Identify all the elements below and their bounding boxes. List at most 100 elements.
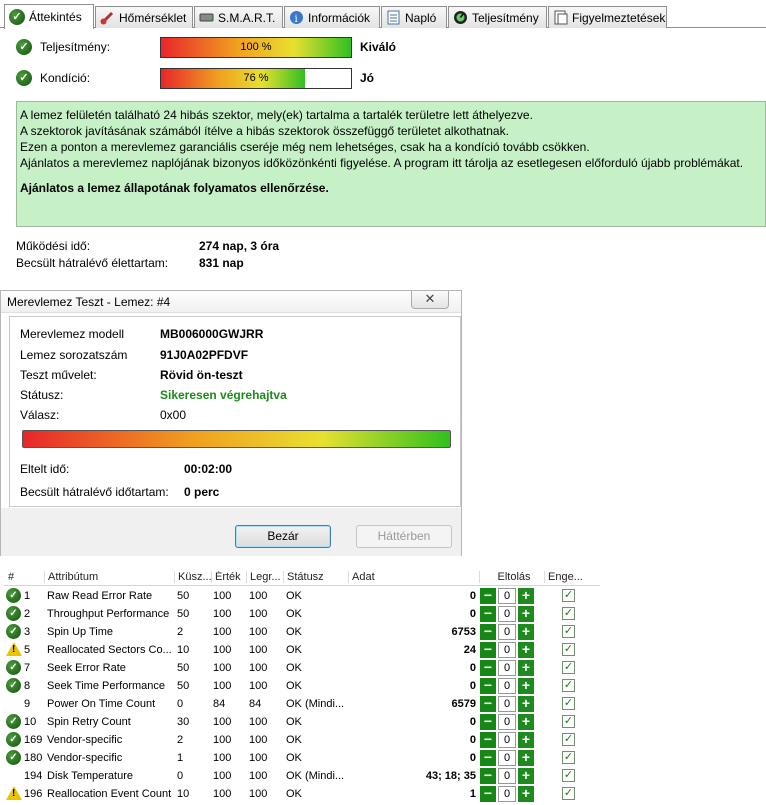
offset-input[interactable]: 0: [498, 750, 516, 766]
attr-id: 2: [24, 608, 31, 620]
minus-icon[interactable]: −: [480, 732, 496, 748]
minus-icon[interactable]: −: [480, 606, 496, 622]
status-value: Sikeresen végrehajtva: [160, 388, 287, 402]
table-row[interactable]: 194 Disk Temperature 0 100 100 OK (Mindi... 43…: [4, 767, 600, 785]
minus-icon[interactable]: −: [480, 786, 496, 802]
minus-icon[interactable]: −: [480, 624, 496, 640]
enabled-checkbox[interactable]: ✓: [562, 679, 575, 692]
offset-input[interactable]: 0: [498, 660, 516, 676]
plus-icon[interactable]: +: [518, 588, 534, 604]
disk-test-dialog: Merevlemez Teszt - Lemez: #4 ✕ Merevleme…: [0, 290, 462, 556]
warning-icon: !: [6, 786, 22, 803]
offset-input[interactable]: 0: [498, 606, 516, 622]
col-data[interactable]: Adat: [348, 571, 480, 583]
col-offset[interactable]: Eltolás: [479, 571, 545, 583]
tab-log[interactable]: Napló: [381, 6, 447, 28]
close-button[interactable]: Bezár: [235, 525, 331, 548]
table-header: # Attribútum Küsz... Érték Legr... Státu…: [4, 568, 600, 586]
col-attribute[interactable]: Attribútum: [44, 571, 178, 583]
table-row[interactable]: 9 Power On Time Count 0 84 84 OK (Mindi... 657…: [4, 695, 600, 713]
offset-input[interactable]: 0: [498, 588, 516, 604]
minus-icon[interactable]: −: [480, 642, 496, 658]
info-icon: i: [289, 10, 304, 25]
attr-name: Reallocated Sectors Co...: [47, 644, 172, 656]
check-circle-icon: ✓: [6, 678, 21, 693]
minus-icon[interactable]: −: [480, 714, 496, 730]
offset-input[interactable]: 0: [498, 714, 516, 730]
table-row[interactable]: ! 5 Reallocated Sectors Co... 10 100 100 OK 24−…: [4, 641, 600, 659]
enabled-checkbox[interactable]: ✓: [562, 769, 575, 782]
col-value[interactable]: Érték: [211, 571, 246, 583]
attr-data: 0: [469, 662, 476, 674]
attr-value: 100: [213, 590, 232, 602]
tab-performance[interactable]: Teljesítmény: [448, 6, 547, 28]
offset-input[interactable]: 0: [498, 786, 516, 802]
plus-icon[interactable]: +: [518, 660, 534, 676]
enabled-checkbox[interactable]: ✓: [562, 787, 575, 800]
message-recommendation: Ajánlatos a lemez állapotának folyamatos…: [20, 181, 329, 195]
offset-input[interactable]: 0: [498, 768, 516, 784]
warning-icon: !: [6, 642, 22, 659]
plus-icon[interactable]: +: [518, 768, 534, 784]
enabled-checkbox[interactable]: ✓: [562, 661, 575, 674]
lifetime-value: 831 nap: [199, 256, 244, 270]
table-row[interactable]: ✓ 10 Spin Retry Count 30 100 100 OK 0−0 + ✓: [4, 713, 600, 731]
table-row[interactable]: ✓ 169 Vendor-specific 2 100 100 OK 0−0 + ✓: [4, 731, 600, 749]
col-threshold[interactable]: Küsz...: [174, 571, 212, 583]
background-button[interactable]: Háttérben: [356, 525, 452, 548]
enabled-checkbox[interactable]: ✓: [562, 751, 575, 764]
enabled-checkbox[interactable]: ✓: [562, 607, 575, 620]
attr-status: OK (Mindi...: [286, 770, 345, 782]
close-icon[interactable]: ✕: [411, 291, 449, 309]
table-row[interactable]: ✓ 1 Raw Read Error Rate 50 100 100 OK 0−0 + ✓: [4, 587, 600, 605]
table-row[interactable]: ✓ 2 Throughput Performance 50 100 100 OK 0−0 + ✓: [4, 605, 600, 623]
col-worst[interactable]: Legr...: [246, 571, 284, 583]
plus-icon[interactable]: +: [518, 642, 534, 658]
uptime-label: Működési idő:: [16, 239, 91, 253]
col-status[interactable]: Státusz: [283, 571, 349, 583]
elapsed-row: Eltelt idő: 00:02:00: [20, 462, 232, 476]
tab-overview[interactable]: ✓ Áttekintés: [4, 4, 94, 29]
table-row[interactable]: ✓ 8 Seek Time Performance 50 100 100 OK 0−0 + ✓: [4, 677, 600, 695]
tab-info[interactable]: i Információk: [284, 6, 380, 28]
attr-data: 0: [469, 716, 476, 728]
plus-icon[interactable]: +: [518, 732, 534, 748]
offset-input[interactable]: 0: [498, 732, 516, 748]
enabled-checkbox[interactable]: ✓: [562, 733, 575, 746]
plus-icon[interactable]: +: [518, 606, 534, 622]
enabled-checkbox[interactable]: ✓: [562, 643, 575, 656]
minus-icon[interactable]: −: [480, 660, 496, 676]
plus-icon[interactable]: +: [518, 750, 534, 766]
minus-icon[interactable]: −: [480, 678, 496, 694]
table-row[interactable]: ! 196 Reallocation Event Count 10 100 100 OK 1−…: [4, 785, 600, 803]
enabled-checkbox[interactable]: ✓: [562, 589, 575, 602]
enabled-checkbox[interactable]: ✓: [562, 625, 575, 638]
plus-icon[interactable]: +: [518, 714, 534, 730]
offset-input[interactable]: 0: [498, 624, 516, 640]
table-row[interactable]: ✓ 7 Seek Error Rate 50 100 100 OK 0−0 + ✓: [4, 659, 600, 677]
plus-icon[interactable]: +: [518, 624, 534, 640]
plus-icon[interactable]: +: [518, 678, 534, 694]
tab-temperature[interactable]: Hőmérséklet: [95, 6, 193, 28]
offset-input[interactable]: 0: [498, 678, 516, 694]
check-circle-icon: ✓: [16, 70, 32, 86]
minus-icon[interactable]: −: [480, 750, 496, 766]
tab-alerts[interactable]: Figyelmeztetések: [548, 6, 667, 28]
attr-threshold: 2: [177, 626, 184, 638]
table-row[interactable]: ✓ 180 Vendor-specific 1 100 100 OK 0−0 + ✓: [4, 749, 600, 767]
performance-metric: ✓ Teljesítmény: 100 % Kiváló: [16, 36, 396, 58]
attr-data: 43; 18; 35: [425, 770, 476, 782]
offset-input[interactable]: 0: [498, 642, 516, 658]
enabled-checkbox[interactable]: ✓: [562, 715, 575, 728]
minus-icon[interactable]: −: [480, 696, 496, 712]
col-id[interactable]: #: [8, 571, 14, 583]
minus-icon[interactable]: −: [480, 588, 496, 604]
tab-smart[interactable]: S.M.A.R.T.: [194, 6, 283, 28]
enabled-checkbox[interactable]: ✓: [562, 697, 575, 710]
offset-input[interactable]: 0: [498, 696, 516, 712]
minus-icon[interactable]: −: [480, 768, 496, 784]
col-enabled[interactable]: Enge...: [544, 571, 599, 583]
plus-icon[interactable]: +: [518, 786, 534, 802]
table-row[interactable]: ✓ 3 Spin Up Time 2 100 100 OK 6753−0 + ✓: [4, 623, 600, 641]
plus-icon[interactable]: +: [518, 696, 534, 712]
